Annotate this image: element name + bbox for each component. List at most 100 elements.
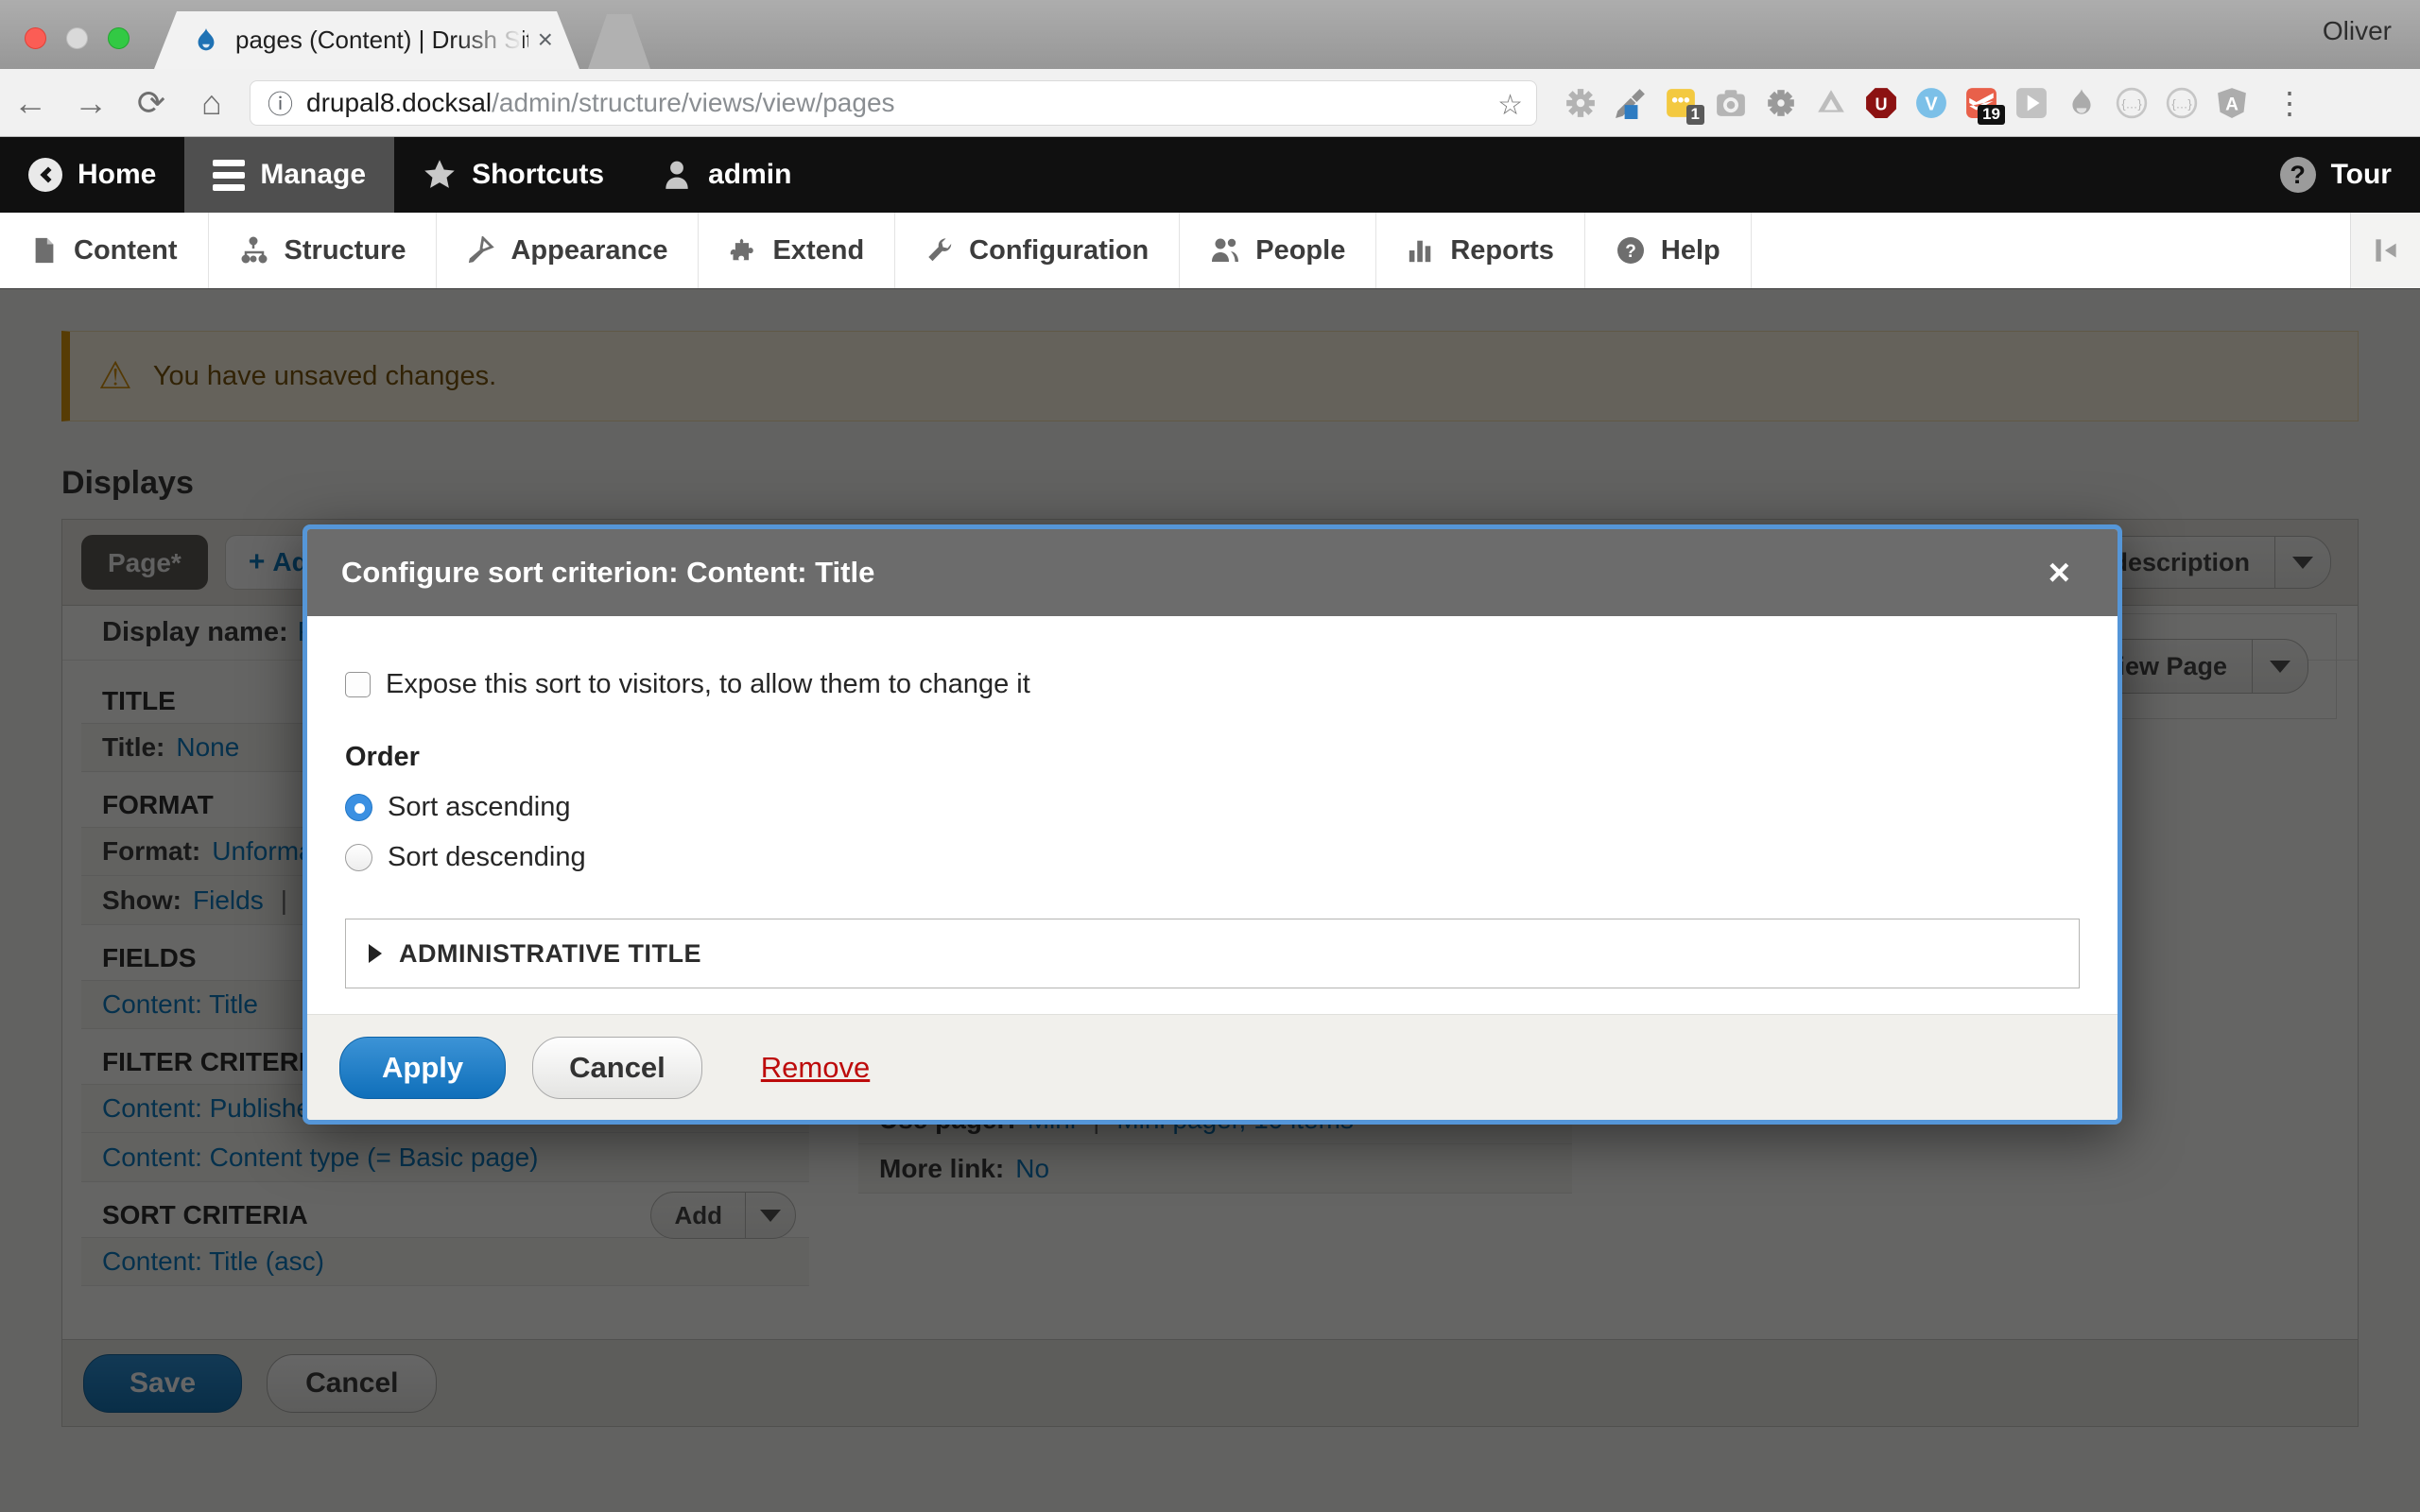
close-icon[interactable]: × [2035, 554, 2083, 592]
menu-item-people[interactable]: People [1180, 213, 1376, 288]
bar-chart-icon [1407, 236, 1435, 265]
remove-link[interactable]: Remove [761, 1051, 870, 1085]
drupal-extension-icon[interactable] [2065, 86, 2099, 120]
star-icon [423, 158, 457, 192]
svg-text:V: V [1925, 94, 1938, 114]
forward-icon[interactable]: → [60, 86, 121, 120]
puzzle-icon [729, 236, 757, 265]
toolbar-home[interactable]: Home [0, 137, 184, 213]
toolbar-shortcuts[interactable]: Shortcuts [394, 137, 632, 213]
new-tab-button[interactable] [588, 14, 650, 69]
apply-button[interactable]: Apply [339, 1037, 506, 1099]
browser-tab[interactable]: pages (Content) | Drush Site-In × [154, 11, 579, 69]
toolbar-home-label: Home [78, 159, 156, 191]
browser-urlbar: ← → ⟳ ⌂ ⓘ drupal8.docksal/admin/structur… [0, 69, 2420, 137]
braces-2-extension-icon[interactable]: {…} [2165, 86, 2199, 120]
menu-label-content: Content [74, 235, 178, 266]
camera-extension-icon[interactable] [1714, 86, 1748, 120]
minimize-window-button[interactable] [66, 27, 88, 49]
hamburger-icon [213, 160, 245, 191]
document-icon [30, 236, 59, 265]
expose-sort-checkbox[interactable] [345, 672, 371, 697]
home-icon[interactable]: ⌂ [182, 86, 242, 120]
configure-sort-modal: Configure sort criterion: Content: Title… [302, 524, 2122, 1125]
reload-icon[interactable]: ⟳ [121, 86, 182, 120]
svg-text:{…}: {…} [2171, 96, 2192, 111]
expose-sort-label: Expose this sort to visitors, to allow t… [386, 669, 1030, 700]
gear-flower-extension-icon[interactable] [1764, 86, 1798, 120]
page-content: ⚠ You have unsaved changes. Displays Pag… [0, 288, 2420, 1512]
sort-descending-radio[interactable] [345, 844, 372, 871]
password-extension-icon[interactable]: 1 [1664, 86, 1698, 120]
gear-extension-icon[interactable] [1564, 86, 1598, 120]
menu-item-structure[interactable]: Structure [209, 213, 438, 288]
back-icon[interactable]: ← [0, 86, 60, 120]
vimeo-extension-icon[interactable]: V [1914, 86, 1948, 120]
menu-label-appearance: Appearance [510, 235, 667, 266]
menu-label-extend: Extend [772, 235, 864, 266]
colorpicker-extension-icon[interactable] [1614, 86, 1648, 120]
toolbar-admin-label: admin [708, 159, 791, 191]
drupal-menu-bar: Content Structure Appearance Extend Conf… [0, 213, 2420, 288]
order-label: Order [345, 742, 2080, 773]
expose-sort-row[interactable]: Expose this sort to visitors, to allow t… [345, 669, 2080, 700]
toolbar-tour-label: Tour [2331, 159, 2392, 191]
todoist-extension-badge: 19 [1978, 105, 2005, 125]
tab-title-fade [457, 11, 523, 69]
play-extension-icon[interactable] [2014, 86, 2048, 120]
tab-close-icon[interactable]: × [538, 26, 553, 53]
menu-item-configuration[interactable]: Configuration [895, 213, 1180, 288]
paintbrush-icon [467, 236, 495, 265]
password-extension-badge: 1 [1686, 105, 1704, 125]
collapse-toolbar-button[interactable] [2350, 213, 2420, 288]
drive-extension-icon[interactable] [1814, 86, 1848, 120]
sort-descending-row[interactable]: Sort descending [345, 842, 2080, 873]
user-icon [661, 159, 693, 191]
angular-extension-icon[interactable]: A [2215, 86, 2249, 120]
back-to-site-icon [28, 158, 62, 192]
bookmark-star-icon[interactable]: ☆ [1497, 89, 1523, 122]
browser-menu-icon[interactable]: ⋮ [2274, 85, 2305, 121]
menu-label-people: People [1255, 235, 1345, 266]
url-host: drupal8.docksal [306, 88, 492, 118]
sort-ascending-radio[interactable] [345, 794, 372, 821]
browser-titlebar: pages (Content) | Drush Site-In × Oliver [0, 0, 2420, 69]
svg-text:?: ? [1625, 242, 1636, 262]
menu-item-help[interactable]: ? Help [1585, 213, 1752, 288]
menu-item-reports[interactable]: Reports [1376, 213, 1585, 288]
menu-item-content[interactable]: Content [0, 213, 209, 288]
close-window-button[interactable] [25, 27, 46, 49]
modal-header[interactable]: Configure sort criterion: Content: Title… [307, 529, 2118, 616]
administrative-title-label: ADMINISTRATIVE TITLE [399, 939, 701, 969]
drupal-admin-toolbar: Home Manage Shortcuts admin ? Tour [0, 137, 2420, 213]
ublock-extension-icon[interactable]: U [1864, 86, 1898, 120]
zoom-window-button[interactable] [108, 27, 130, 49]
svg-text:A: A [2225, 94, 2238, 114]
administrative-title-details[interactable]: ADMINISTRATIVE TITLE [345, 919, 2080, 988]
drupal-favicon-icon [192, 26, 220, 55]
braces-extension-icon[interactable]: {…} [2115, 86, 2149, 120]
sitemap-icon [239, 235, 269, 266]
sort-ascending-row[interactable]: Sort ascending [345, 792, 2080, 823]
modal-footer: Apply Cancel Remove [307, 1014, 2118, 1120]
extensions-row: 1 U V 19 {…} {…} [1564, 85, 2322, 121]
menu-item-extend[interactable]: Extend [699, 213, 895, 288]
modal-cancel-button[interactable]: Cancel [532, 1037, 702, 1099]
sort-descending-label: Sort descending [388, 842, 586, 873]
toolbar-admin-user[interactable]: admin [632, 137, 820, 213]
todoist-extension-icon[interactable]: 19 [1964, 86, 1998, 120]
svg-text:U: U [1875, 94, 1887, 113]
browser-profile-name[interactable]: Oliver [2323, 16, 2392, 46]
people-icon [1210, 235, 1240, 266]
toolbar-shortcuts-label: Shortcuts [472, 159, 604, 191]
page-info-icon[interactable]: ⓘ [268, 84, 293, 121]
window-controls [25, 27, 130, 49]
sort-ascending-label: Sort ascending [388, 792, 570, 823]
toolbar-tour[interactable]: ? Tour [2252, 137, 2420, 213]
toolbar-manage-label: Manage [260, 159, 366, 191]
toolbar-manage[interactable]: Manage [184, 137, 394, 213]
svg-text:{…}: {…} [2121, 96, 2142, 111]
toolbar-spacer [820, 137, 2251, 213]
address-bar[interactable]: ⓘ drupal8.docksal/admin/structure/views/… [250, 80, 1537, 126]
menu-item-appearance[interactable]: Appearance [437, 213, 699, 288]
